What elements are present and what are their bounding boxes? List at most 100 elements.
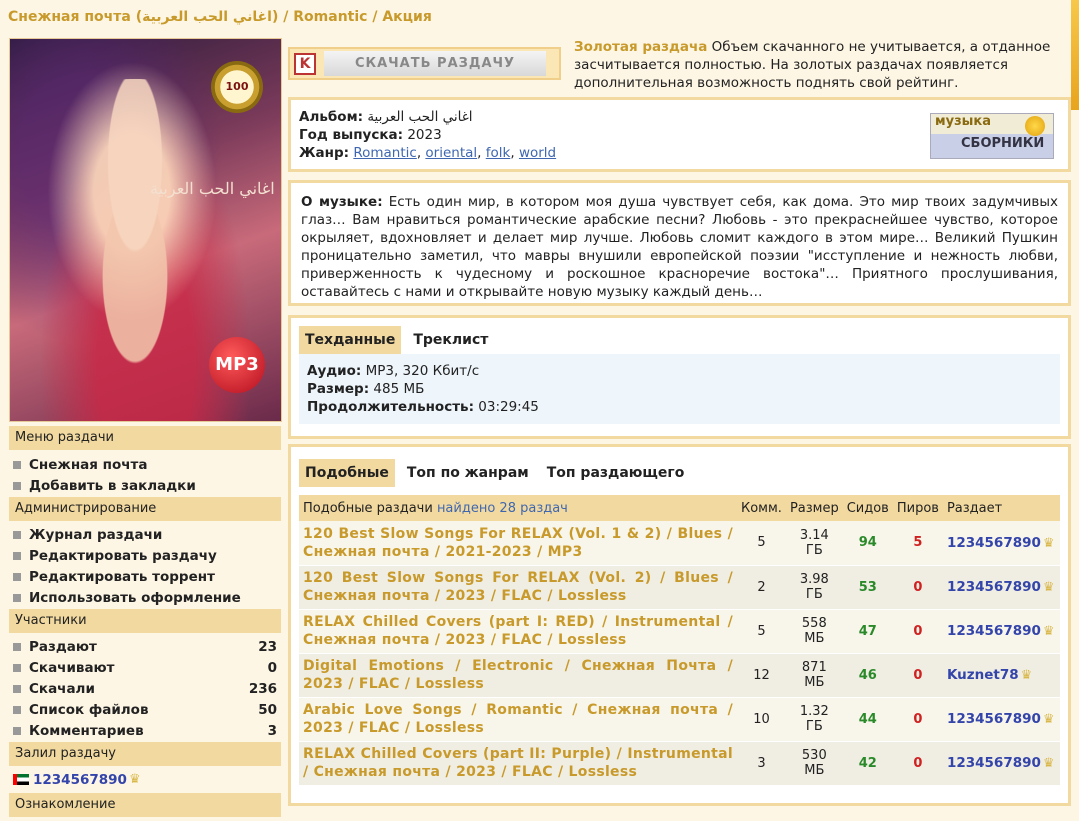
uploader-link[interactable]: 1234567890 [33, 772, 127, 788]
comments-count: 5 [737, 521, 786, 566]
peer-count: 0 [892, 741, 943, 786]
audio-value: MP3, 320 Кбит/с [365, 363, 480, 379]
sidebar-review-header[interactable]: Ознакомление [9, 793, 281, 817]
sidebar-uploader: 1234567890 ♛ [9, 768, 281, 789]
table-row: 120 Best Slow Songs For RELAX (Vol. 1 & … [299, 521, 1060, 566]
breadcrumb: Снежная почта (اغاني الحب العربية) / Rom… [0, 0, 1070, 34]
uploader-link[interactable]: 1234567890 [947, 711, 1041, 727]
crown-icon: ♛ [128, 772, 141, 787]
breadcrumb-sep: / [283, 9, 289, 25]
mp3-badge: MP3 [209, 337, 265, 393]
release-link[interactable]: 120 Best Slow Songs For RELAX (Vol. 2) /… [303, 569, 733, 605]
participants-file-list[interactable]: Список файлов 50 [9, 698, 281, 719]
sidebar-uploader-header: Залил раздачу [9, 742, 281, 766]
bullet-icon [13, 481, 21, 490]
bullet-icon [13, 460, 21, 469]
decor-edge [1071, 0, 1079, 110]
found-count[interactable]: найдено 28 раздач [437, 501, 568, 516]
release-size: 871 МБ [785, 653, 843, 698]
sidebar-item-snow-mail[interactable]: Снежная почта [9, 453, 281, 474]
size-value: 485 МБ [373, 381, 425, 397]
crown-icon: ♛ [1042, 535, 1055, 551]
breadcrumb-title-link[interactable]: Снежная почта (اغاني الحب العربية) [8, 9, 278, 25]
crown-icon: ♛ [1042, 580, 1055, 595]
crown-icon: ♛ [1020, 668, 1033, 683]
release-link[interactable]: 120 Best Slow Songs For RELAX (Vol. 1 & … [303, 525, 733, 561]
quality-badge: 100 [211, 61, 263, 113]
tab-top-uploader[interactable]: Топ раздающего [541, 459, 691, 487]
tech-tabs: Техданные Треклист [299, 326, 1060, 354]
breadcrumb-sep: / [372, 9, 378, 25]
uae-flag-icon [13, 774, 29, 785]
table-row: 120 Best Slow Songs For RELAX (Vol. 2) /… [299, 565, 1060, 610]
seed-count: 42 [842, 741, 893, 786]
release-size: 3.98 ГБ [785, 565, 843, 610]
uploader-link[interactable]: 1234567890 [947, 755, 1041, 771]
tab-tracklist[interactable]: Треклист [407, 326, 494, 354]
crown-icon: ♛ [1042, 756, 1055, 771]
uploader-link[interactable]: 1234567890 [947, 623, 1041, 639]
release-size: 1.32 ГБ [785, 697, 843, 742]
sidebar-participants-list: Раздают 23 Скачивают 0 Скачали 236 Списо… [9, 635, 281, 740]
genre-link[interactable]: oriental [425, 145, 477, 161]
table-row: Digital Emotions / Electronic / Снежная … [299, 653, 1060, 698]
seed-count: 94 [842, 521, 893, 566]
genre-link[interactable]: Romantic [353, 145, 416, 161]
col-seeds[interactable]: Сидов [842, 495, 893, 521]
uploader-link[interactable]: 1234567890 [947, 579, 1041, 595]
download-k-icon: K [294, 52, 316, 75]
col-uploader[interactable]: Раздает [942, 495, 1060, 521]
comments-count: 10 [737, 697, 786, 742]
peer-count: 5 [892, 521, 943, 566]
participants-leeching[interactable]: Скачивают 0 [9, 656, 281, 677]
release-link[interactable]: Digital Emotions / Electronic / Снежная … [303, 657, 733, 693]
genre-link[interactable]: folk [486, 145, 511, 161]
participants-downloaded[interactable]: Скачали 236 [9, 677, 281, 698]
download-button-label: СКАЧАТЬ РАЗДАЧУ [324, 51, 546, 76]
bullet-icon [13, 551, 21, 560]
peer-count: 0 [892, 565, 943, 610]
release-link[interactable]: RELAX Chilled Covers (part I: RED) / Ins… [303, 613, 733, 649]
release-link[interactable]: Arabic Love Songs / Romantic / Снежная п… [303, 701, 733, 737]
participants-seeding[interactable]: Раздают 23 [9, 635, 281, 656]
download-button[interactable]: K СКАЧАТЬ РАЗДАЧУ [288, 47, 561, 80]
cover-arabic-title: اغاني الحب العربية [150, 179, 275, 198]
col-comments[interactable]: Комм. [737, 495, 786, 521]
sidebar-item-bookmark[interactable]: Добавить в закладки [9, 474, 281, 495]
bullet-icon [13, 572, 21, 581]
bullet-icon [13, 530, 21, 539]
breadcrumb-section-link[interactable]: Акция [382, 9, 432, 25]
peer-count: 0 [892, 609, 943, 654]
tab-techdata[interactable]: Техданные [299, 326, 402, 354]
crown-icon: ♛ [1042, 624, 1055, 639]
comments-count: 3 [737, 741, 786, 786]
cover-figure [60, 79, 210, 409]
uploader-link[interactable]: 1234567890 [947, 535, 1041, 551]
peer-count: 0 [892, 697, 943, 742]
bullet-icon [13, 593, 21, 602]
sidebar-item-use-design[interactable]: Использовать оформление [9, 586, 281, 607]
music-collections-badge[interactable]: музыка СБОРНИКИ [930, 113, 1054, 159]
col-peers[interactable]: Пиров [892, 495, 943, 521]
bullet-icon [13, 642, 21, 651]
col-size[interactable]: Размер [785, 495, 843, 521]
participants-comments[interactable]: Комментариев 3 [9, 719, 281, 740]
tab-top-genres[interactable]: Топ по жанрам [401, 459, 535, 487]
tab-similar[interactable]: Подобные [299, 459, 395, 487]
sidebar-item-log[interactable]: Журнал раздачи [9, 523, 281, 544]
uploader-link[interactable]: Kuznet78 [947, 667, 1019, 683]
breadcrumb-genre-link[interactable]: Romantic [293, 9, 367, 25]
about-panel: О музыке: Есть один мир, в котором моя д… [288, 180, 1071, 306]
comments-count: 12 [737, 653, 786, 698]
album-value: اغاني الحب العربية [367, 109, 473, 125]
genre-link[interactable]: world [519, 145, 556, 161]
table-header-row: Подобные раздачи найдено 28 раздач Комм.… [299, 495, 1060, 521]
bullet-icon [13, 663, 21, 672]
sidebar-menu-header: Меню раздачи [9, 426, 281, 450]
sidebar-participants-header: Участники [9, 609, 281, 633]
sidebar-item-edit-torrent[interactable]: Редактировать торрент [9, 565, 281, 586]
sidebar-item-edit-release[interactable]: Редактировать раздачу [9, 544, 281, 565]
uploader-row: 1234567890 ♛ [9, 768, 281, 789]
year-value: 2023 [407, 127, 442, 143]
release-link[interactable]: RELAX Chilled Covers (part II: Purple) /… [303, 745, 733, 781]
